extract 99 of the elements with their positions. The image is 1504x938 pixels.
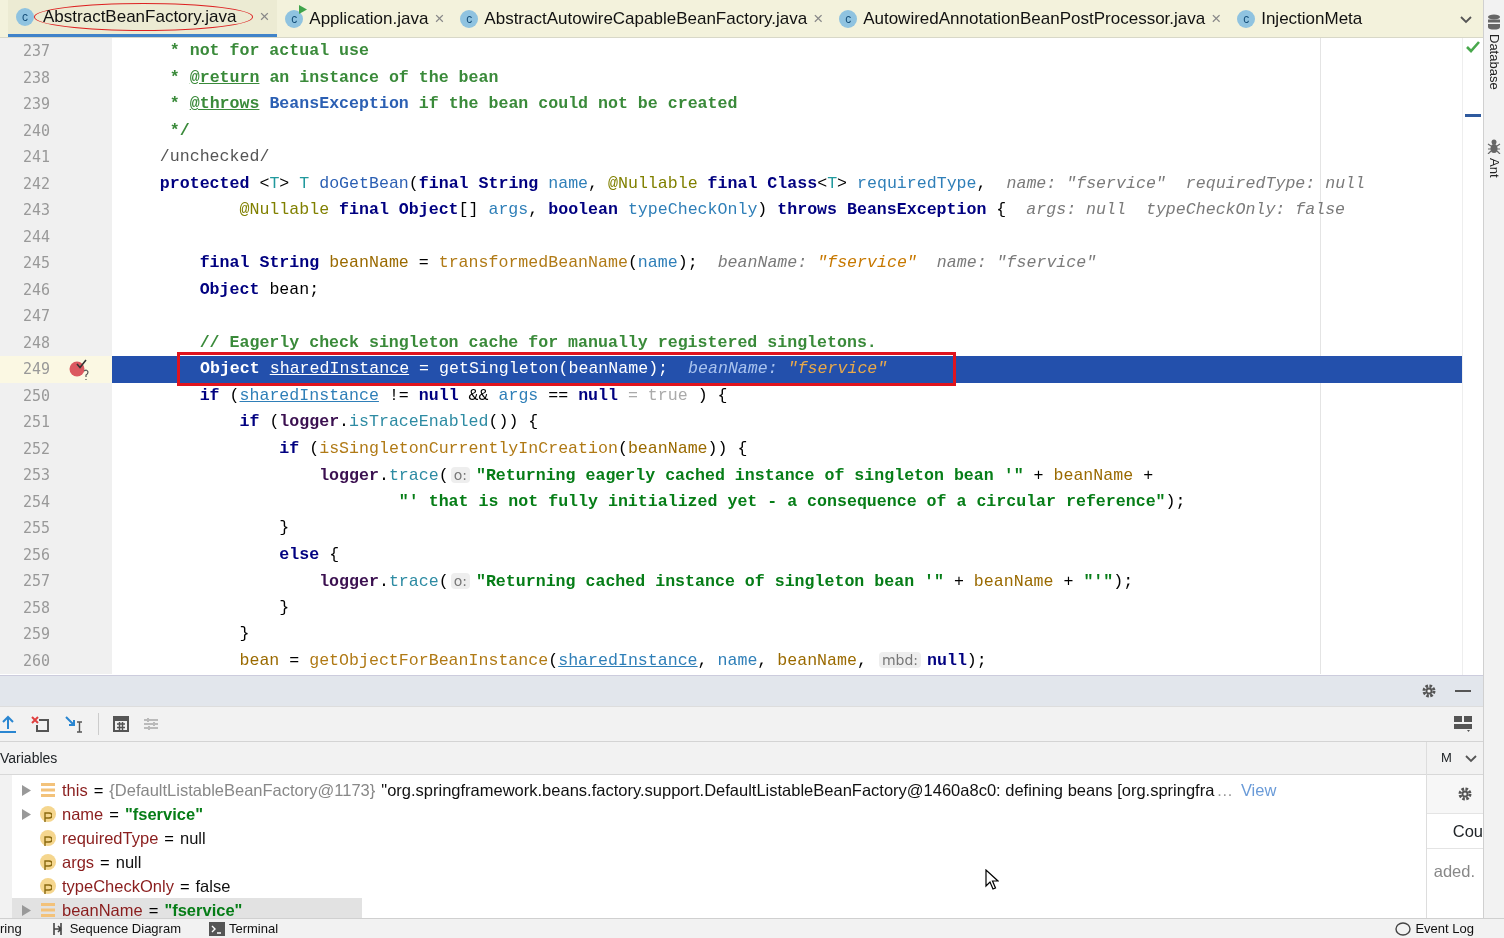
line-number: 239 (21, 94, 50, 115)
parameter-icon (40, 806, 56, 822)
code-line: // Eagerly check singleton cache for manually registered singletons. (198, 331, 877, 354)
variable-name: this (62, 779, 88, 801)
parameter-icon (40, 878, 56, 894)
line-number: 256 (21, 544, 50, 566)
editor-tab[interactable]: c AbstractAutowireCapableBeanFactory.java × (452, 0, 832, 37)
settings-icon[interactable] (1421, 683, 1437, 699)
parameter-icon (40, 854, 56, 870)
variable-value: = "fservice" (109, 803, 203, 825)
tool-window-button[interactable]: ring (0, 919, 22, 938)
line-number: 250 (21, 385, 50, 407)
code-line: logger.trace( o: "Returning cached instance of singleton bean '" + beanName + "'"); (318, 570, 1134, 593)
variable-value: = "fservice" (148, 899, 243, 918)
code-line: logger.trace( o: "Returning eagerly cached instance of singleton bean '" + beanName + (318, 464, 1154, 487)
parameter-icon (40, 830, 56, 846)
tab-label[interactable]: M (1441, 748, 1452, 768)
line-number: 251 (21, 412, 50, 433)
variable-name: typeCheckOnly (62, 875, 174, 897)
code-line: } (238, 623, 250, 646)
code-line: * @return an instance of the bean (168, 66, 499, 89)
class-icon: c (460, 9, 479, 28)
line-number: 242 (21, 173, 50, 195)
terminal-icon (209, 921, 225, 936)
tool-window-button[interactable]: Sequence Diagram (49, 919, 181, 938)
variable-value: = {DefaultListableBeanFactory@1173} "org.springframework.beans.factory.support.DefaultListableBeanFactory@1460a8c0: defining beans [org.springfra… (93, 779, 1233, 801)
class-icon: c (839, 9, 858, 28)
code-line: else { (278, 543, 340, 566)
line-number: 259 (21, 624, 50, 645)
variable-name: beanName (62, 899, 143, 918)
line-number: 248 (21, 332, 50, 354)
line-number: 245 (21, 253, 50, 274)
bug-icon (1487, 137, 1501, 154)
calculator-icon[interactable] (113, 716, 129, 732)
code-line: if (sharedInstance != null && args == null = true ) { (198, 384, 728, 407)
class-icon: c (1237, 9, 1256, 28)
line-number: 238 (21, 67, 50, 89)
code-line: "' that is not fully initialized yet - a consequence of a circular reference"); (397, 490, 1186, 513)
line-number: 240 (21, 120, 50, 142)
scroll-marker-icon (1465, 114, 1481, 118)
field-icon (40, 902, 56, 918)
panel-title: Variables (0, 748, 58, 768)
status-text: aded. (1432, 861, 1476, 882)
code-line: } (278, 596, 290, 619)
field-icon (40, 782, 56, 798)
line-number: 252 (21, 438, 50, 460)
code-line: /unchecked/ (158, 146, 270, 169)
remove-frame-icon[interactable] (30, 715, 50, 733)
code-line: final String beanName = transformedBeanName(name); beanName: "fservice" name: "fservice" (198, 252, 1097, 275)
line-number: 257 (21, 571, 50, 592)
code-line: * not for actual use (168, 40, 369, 63)
expand-arrow-icon[interactable] (21, 808, 31, 820)
line-number: 243 (21, 200, 50, 221)
tool-window-button[interactable]: Database (1484, 14, 1504, 90)
line-number: 246 (21, 279, 50, 301)
code-line: bean = getObjectForBeanInstance(sharedInstance, name, beanName, mbd: null); (238, 650, 987, 673)
editor-tab[interactable]: c Application.java × (277, 0, 453, 37)
variable-value: = false (179, 875, 231, 897)
line-number: 244 (21, 226, 50, 248)
editor-tab[interactable]: c AbstractBeanFactory.java × (8, 0, 278, 37)
line-number: 253 (21, 465, 50, 486)
tool-window-button[interactable]: Event Log (1395, 919, 1474, 938)
check-icon (1465, 40, 1481, 54)
database-icon (1487, 14, 1501, 30)
code-line: Object bean; (198, 278, 320, 301)
class-icon: c (16, 8, 34, 26)
editor-tab[interactable]: c InjectionMeta (1229, 0, 1371, 37)
column-header: Cou (1452, 820, 1483, 842)
upload-arrow-icon[interactable] (0, 715, 16, 733)
expand-arrow-icon[interactable] (21, 784, 31, 796)
line-number: 237 (21, 41, 50, 62)
variable-name: name (62, 803, 104, 825)
speech-bubble-icon (1395, 921, 1412, 936)
code-line: * @throws BeansException if the bean could not be created (168, 93, 738, 116)
tool-window-button[interactable]: Ant (1484, 137, 1504, 178)
variable-value: = null (100, 851, 142, 873)
step-cursor-icon[interactable] (64, 715, 84, 733)
dropdown-chevron-icon[interactable] (1463, 752, 1478, 764)
variable-name: requiredType (62, 827, 159, 849)
code-line: protected <T> T doGetBean(final String name, @Nullable final Class<T> requiredType, name: "fservice" requiredType: null (158, 172, 1366, 195)
code-line: @Nullable final Object[] args, boolean typeCheckOnly) throws BeansException { args: null typeCheckOnly: false (238, 199, 1346, 222)
variable-value: = null (164, 827, 206, 849)
layout-icon[interactable] (1453, 715, 1473, 733)
editor-tab[interactable]: c AutowiredAnnotationBeanPostProcessor.java × (831, 0, 1230, 37)
line-number: 258 (21, 597, 50, 619)
line-number: 260 (21, 650, 50, 672)
selected-row-highlight[interactable]: beanName = "fservice" (12, 898, 363, 918)
code-line: */ (168, 119, 190, 142)
line-number: 247 (21, 306, 50, 327)
code-line: if (isSingletonCurrentlyInCreation(beanName)) { (278, 437, 748, 460)
tool-window-button[interactable]: Terminal (209, 919, 279, 938)
code-line: } (278, 517, 290, 540)
line-number: 254 (21, 491, 50, 513)
settings-icon[interactable] (1457, 786, 1473, 802)
line-number: 255 (21, 518, 50, 539)
line-number: 249 (21, 359, 50, 380)
line-number: 241 (21, 147, 50, 168)
variable-name: args (62, 851, 95, 873)
code-line: if (logger.isTraceEnabled()) { (238, 411, 539, 434)
